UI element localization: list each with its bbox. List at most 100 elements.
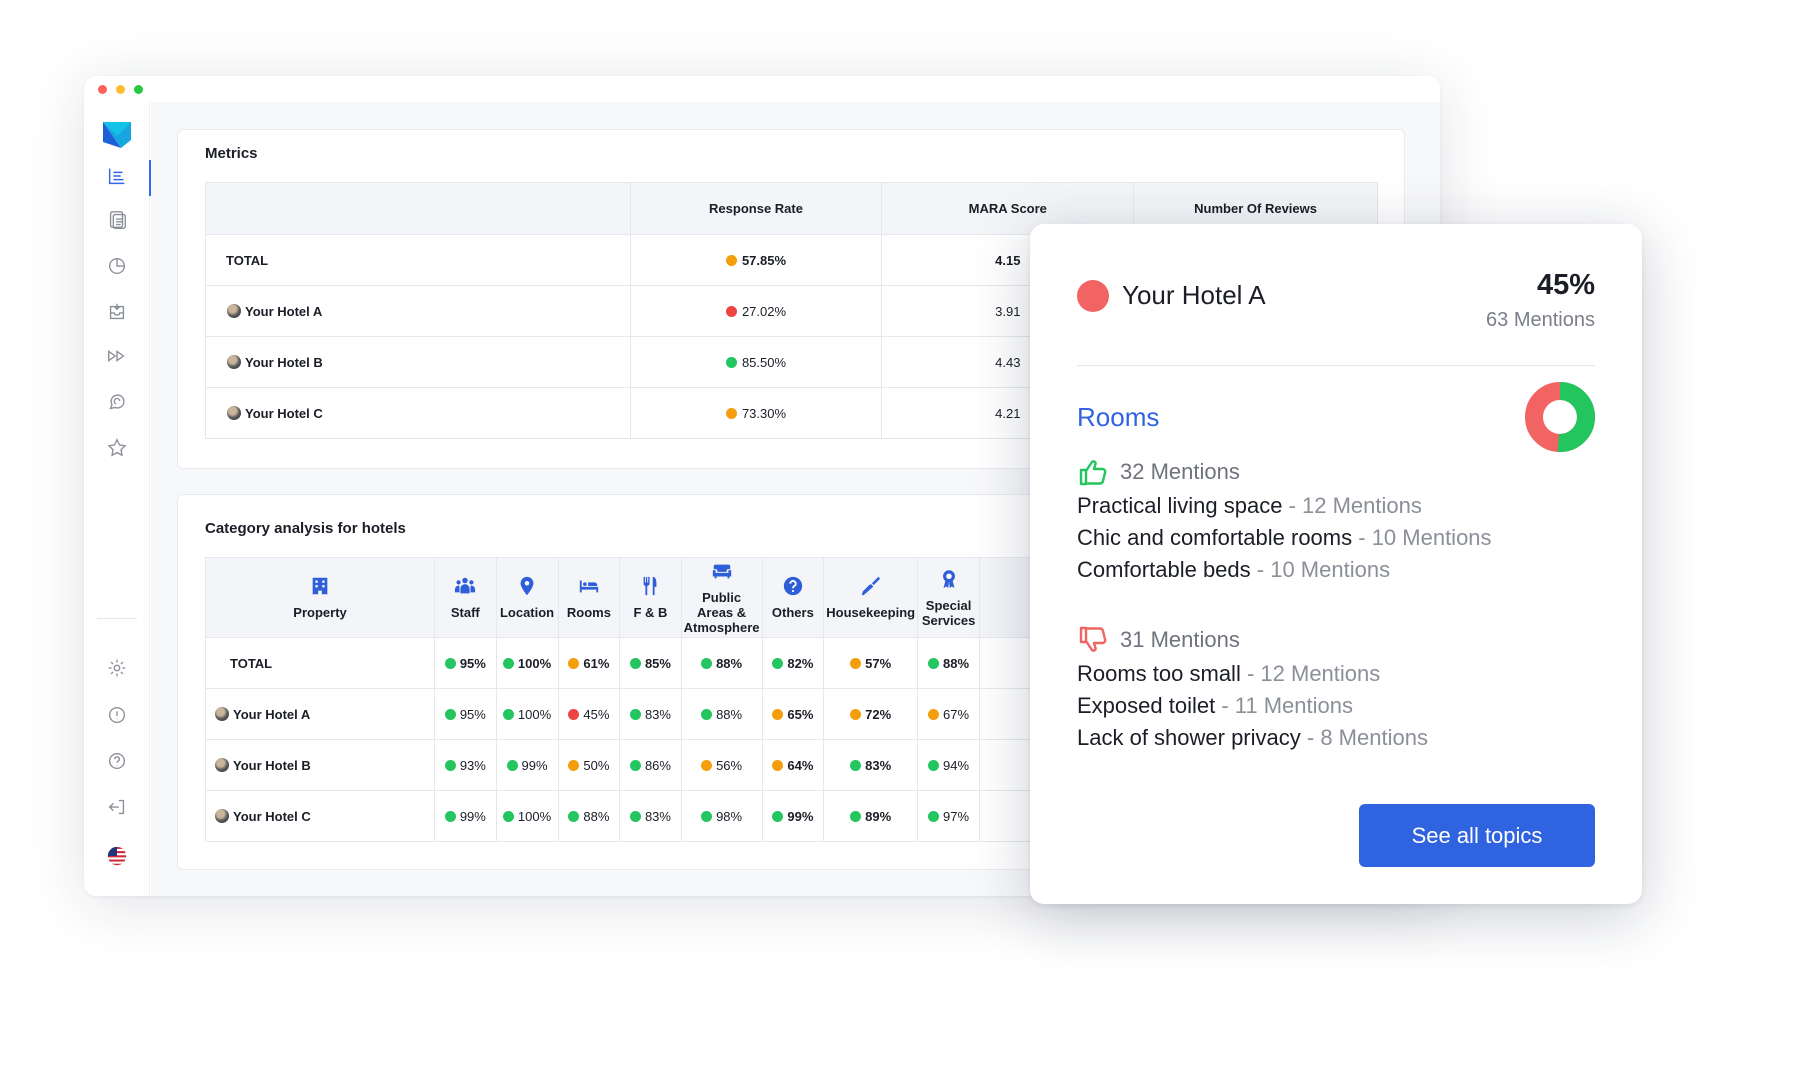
metrics-hotel-name: TOTAL	[205, 234, 631, 286]
hotel-name-text: TOTAL	[230, 655, 273, 671]
category-score-cell: 50%	[557, 739, 621, 791]
category-score-cell: 83%	[823, 739, 919, 791]
mention-count: - 12 Mentions	[1288, 493, 1422, 518]
category-col-public-areas-atmosphere[interactable]: Public Areas & Atmosphere	[680, 557, 763, 638]
category-hotel-name: Your Hotel A	[204, 688, 436, 740]
category-score-cell: 86%	[619, 739, 682, 791]
maximize-window-button[interactable]	[134, 85, 143, 94]
category-score-cell: 99%	[434, 790, 497, 842]
category-col-staff[interactable]: Staff	[434, 557, 497, 638]
category-col-rooms[interactable]: Rooms	[557, 557, 621, 638]
category-col-location[interactable]: Location	[495, 557, 559, 638]
status-dot	[629, 657, 641, 669]
app-logo[interactable]	[101, 118, 133, 150]
category-score-cell: 83%	[619, 688, 682, 740]
negative-mention-item: Exposed toilet - 11 Mentions	[1077, 690, 1428, 722]
see-all-topics-button[interactable]: See all topics	[1359, 804, 1595, 867]
category-col-housekeeping[interactable]: Housekeeping	[823, 557, 919, 638]
close-window-button[interactable]	[98, 85, 107, 94]
nav-logout[interactable]	[84, 791, 150, 823]
status-dot	[629, 708, 641, 720]
category-score-cell: 45%	[557, 688, 621, 740]
nav-forward[interactable]	[84, 340, 150, 372]
nav-inbox[interactable]	[84, 296, 150, 328]
category-score-value: 88%	[943, 655, 970, 671]
mention-count: - 8 Mentions	[1306, 725, 1428, 750]
hotel-avatar	[215, 757, 229, 772]
category-score-value: 56%	[716, 757, 743, 773]
category-score-value: 99%	[787, 808, 814, 824]
category-col-label: Property	[293, 605, 347, 620]
category-score-value: 65%	[787, 706, 814, 722]
category-score-cell: 82%	[761, 637, 825, 689]
nav-analytics[interactable]	[84, 250, 150, 282]
metrics-col-response-rate[interactable]: Response Rate	[629, 182, 883, 235]
category-score-value: 83%	[865, 757, 892, 773]
category-score-value: 57%	[865, 655, 892, 671]
metrics-title: Metrics	[205, 145, 258, 162]
hotel-avatar	[227, 405, 241, 420]
nav-language[interactable]	[84, 840, 150, 872]
category-score-cell: 88%	[680, 688, 763, 740]
status-dot	[701, 810, 713, 822]
category-score-value: 98%	[716, 808, 743, 824]
category-score-value: 95%	[459, 655, 486, 671]
nav-chat[interactable]	[84, 386, 150, 418]
status-dot	[568, 759, 580, 771]
category-title: Category analysis for hotels	[205, 520, 406, 537]
nav-reviews[interactable]	[84, 204, 150, 236]
bed-icon	[579, 580, 599, 593]
sentiment-donut-chart	[1525, 382, 1595, 452]
response-rate-value: 57.85%	[741, 252, 787, 268]
status-dot	[444, 708, 456, 720]
category-col-property[interactable]: Property	[204, 557, 436, 638]
category-score-value: 89%	[865, 808, 892, 824]
hotel-color-dot	[1077, 280, 1109, 312]
response-rate-cell: 73.30%	[629, 387, 883, 439]
popup-topic-title[interactable]: Rooms	[1077, 402, 1159, 433]
response-rate-value: 85.50%	[741, 354, 787, 370]
category-hotel-name: TOTAL	[204, 637, 436, 689]
status-dot	[850, 657, 862, 669]
category-col-special-services[interactable]: Special Services	[917, 557, 981, 638]
category-score-cell: 89%	[823, 790, 919, 842]
category-score-value: 99%	[459, 808, 486, 824]
positive-mentions-list: Practical living space - 12 Mentions Chi…	[1077, 490, 1492, 586]
category-col-others[interactable]: Others	[761, 557, 825, 638]
window-controls	[98, 85, 143, 94]
category-score-cell: 65%	[761, 688, 825, 740]
minimize-window-button[interactable]	[116, 85, 125, 94]
category-col-f-b[interactable]: F & B	[619, 557, 682, 638]
category-score-cell: 93%	[434, 739, 497, 791]
category-score-cell: 100%	[495, 790, 559, 842]
category-score-value: 99%	[521, 757, 548, 773]
response-rate-value: 73.30%	[741, 405, 787, 421]
status-dot	[502, 657, 514, 669]
mention-text: Lack of shower privacy	[1077, 725, 1301, 750]
category-col-label: F & B	[633, 605, 668, 620]
category-col-label: Staff	[450, 605, 480, 620]
topic-popup: Your Hotel A 45% 63 Mentions Rooms 32 Me…	[1030, 224, 1642, 904]
mention-text: Rooms too small	[1077, 661, 1241, 686]
category-score-cell: 99%	[495, 739, 559, 791]
nav-dashboard[interactable]	[84, 160, 151, 196]
status-dot	[502, 810, 514, 822]
response-rate-value: 27.02%	[741, 303, 787, 319]
nav-settings[interactable]	[84, 652, 150, 684]
nav-favorites[interactable]	[84, 432, 150, 464]
mention-count: - 11 Mentions	[1221, 693, 1353, 718]
category-score-cell: 100%	[495, 688, 559, 740]
nav-help[interactable]	[84, 745, 150, 777]
category-score-value: 100%	[517, 706, 552, 722]
category-score-value: 88%	[716, 706, 743, 722]
thumbs-down-icon	[1079, 626, 1107, 652]
category-score-value: 67%	[943, 706, 970, 722]
category-score-cell: 88%	[917, 637, 981, 689]
hotel-name-text: Your Hotel C	[245, 405, 323, 421]
category-score-value: 88%	[716, 655, 743, 671]
category-col-label: Housekeeping	[826, 605, 916, 620]
sofa-icon	[712, 564, 731, 579]
category-score-cell: 85%	[619, 637, 682, 689]
category-score-cell: 97%	[917, 790, 981, 842]
nav-info[interactable]	[84, 699, 150, 731]
